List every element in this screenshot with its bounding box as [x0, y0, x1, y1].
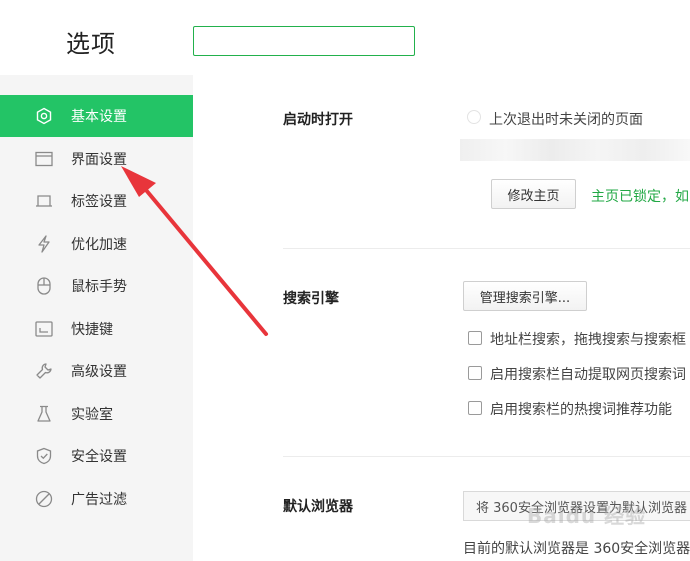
- hot-search-recommend-label: 启用搜索栏的热搜词推荐功能: [490, 402, 672, 418]
- sidebar-item-mouse-gestures[interactable]: 鼠标手势: [0, 265, 193, 307]
- sidebar-item-label: 高级设置: [71, 364, 127, 380]
- startup-section-title: 启动时打开: [283, 112, 353, 128]
- page-title: 选项: [66, 30, 116, 58]
- home-locked-text: 主页已锁定，如: [591, 189, 689, 205]
- sidebar-item-label: 鼠标手势: [71, 279, 127, 295]
- sidebar-item-label: 优化加速: [71, 237, 127, 253]
- sidebar-item-ad-filter[interactable]: 广告过滤: [0, 478, 193, 520]
- auto-extract-search-checkbox[interactable]: [468, 366, 482, 380]
- lightning-icon: [34, 234, 54, 254]
- header: 选项: [0, 0, 690, 76]
- auto-extract-search-label: 启用搜索栏自动提取网页搜索词: [490, 367, 686, 383]
- hot-search-recommend-checkbox[interactable]: [468, 401, 482, 415]
- address-bar-search-label: 地址栏搜索，拖拽搜索与搜索框: [490, 332, 686, 348]
- current-default-browser-text: 目前的默认浏览器是 360安全浏览器: [463, 541, 690, 557]
- startup-last-session-label: 上次退出时未关闭的页面: [489, 112, 643, 128]
- sidebar-item-label: 广告过滤: [71, 492, 127, 508]
- sidebar-item-shortcuts[interactable]: 快捷键: [0, 308, 193, 350]
- mouse-icon: [34, 276, 54, 296]
- divider: [283, 456, 690, 457]
- sidebar-item-advanced-settings[interactable]: 高级设置: [0, 350, 193, 392]
- sidebar: 基本设置 界面设置 标签设置 优化加速 鼠标手势 快捷键 高级设置 实验室 安全…: [0, 75, 193, 561]
- startup-last-session-radio[interactable]: [467, 110, 481, 124]
- keyboard-icon: [34, 319, 54, 339]
- wrench-icon: [34, 361, 54, 381]
- sidebar-item-label: 界面设置: [71, 152, 127, 168]
- sidebar-item-label: 安全设置: [71, 449, 127, 465]
- address-bar-search-checkbox[interactable]: [468, 331, 482, 345]
- sidebar-item-label: 实验室: [71, 407, 113, 423]
- sidebar-item-interface-settings[interactable]: 界面设置: [0, 138, 193, 180]
- shield-icon: [34, 446, 54, 466]
- sidebar-item-label: 快捷键: [71, 322, 113, 338]
- sidebar-item-security-settings[interactable]: 安全设置: [0, 435, 193, 477]
- sidebar-item-basic-settings[interactable]: 基本设置: [0, 95, 193, 137]
- gear-icon: [34, 106, 54, 126]
- baidu-watermark: Baidu 经验: [527, 504, 647, 528]
- manage-search-engines-button[interactable]: 管理搜索引擎...: [463, 281, 587, 311]
- tab-icon: [34, 191, 54, 211]
- search-engine-section-title: 搜索引擎: [283, 291, 339, 307]
- sidebar-item-label: 标签设置: [71, 194, 127, 210]
- modify-home-button[interactable]: 修改主页: [491, 179, 576, 209]
- block-icon: [34, 489, 54, 509]
- sidebar-item-label: 基本设置: [71, 109, 127, 125]
- settings-content: 启动时打开 上次退出时未关闭的页面 修改主页 主页已锁定，如 搜索引擎 管理搜索…: [193, 75, 690, 561]
- flask-icon: [34, 404, 54, 424]
- sidebar-item-lab[interactable]: 实验室: [0, 393, 193, 435]
- blurred-homepage-url: [460, 139, 690, 161]
- sidebar-item-tab-settings[interactable]: 标签设置: [0, 180, 193, 222]
- window-icon: [34, 149, 54, 169]
- sidebar-item-optimize-speed[interactable]: 优化加速: [0, 223, 193, 265]
- divider: [283, 248, 690, 249]
- search-input[interactable]: [193, 26, 415, 56]
- default-browser-section-title: 默认浏览器: [283, 499, 353, 515]
